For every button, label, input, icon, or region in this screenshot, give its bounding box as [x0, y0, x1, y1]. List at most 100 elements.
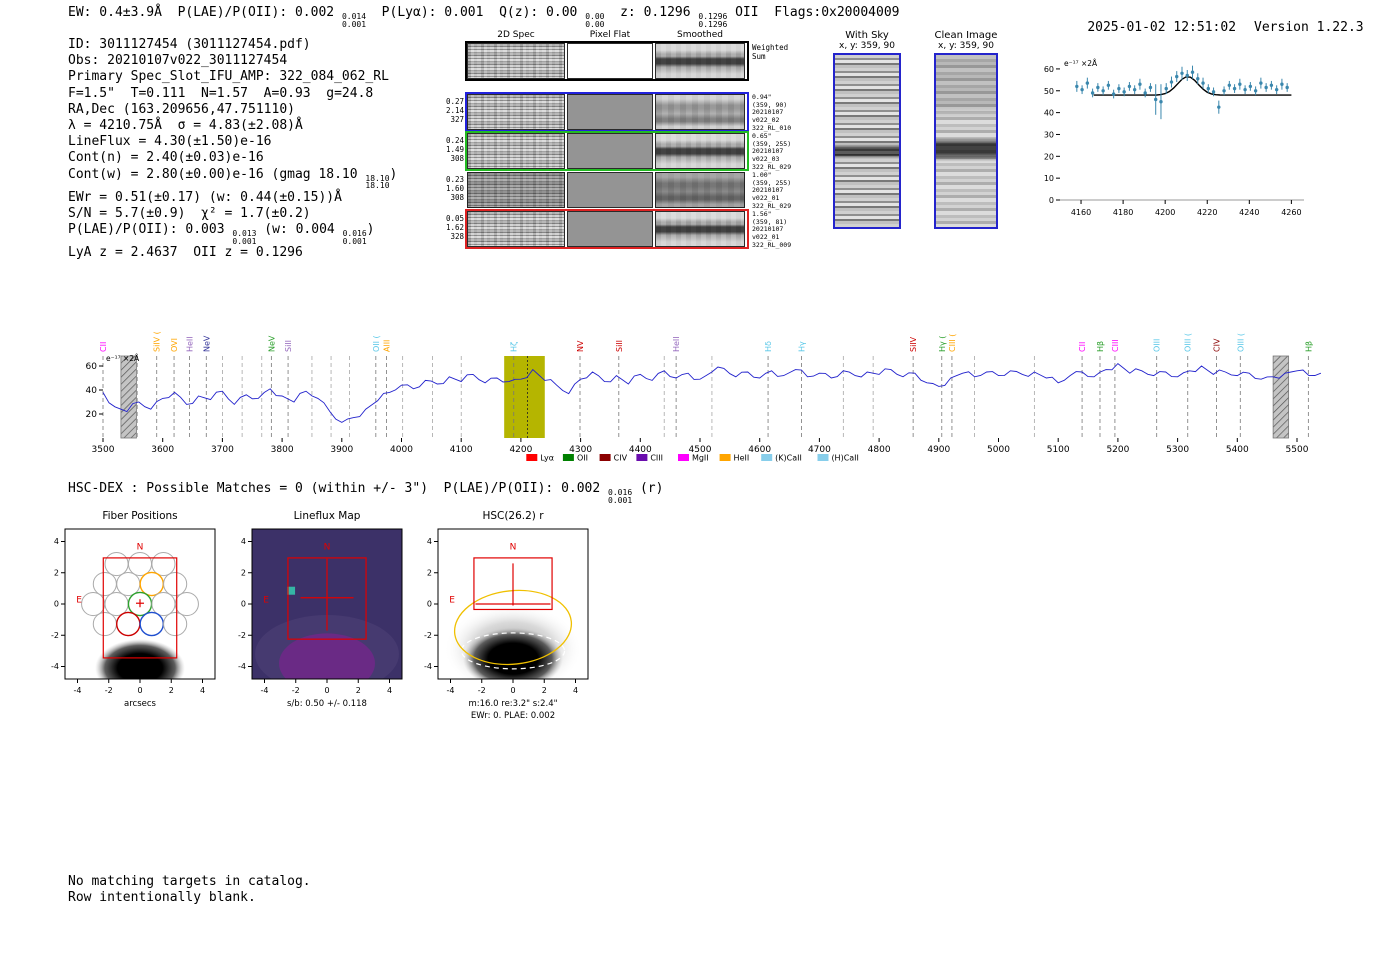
legend-swatch: [636, 454, 648, 461]
pixelflat-strip: [567, 43, 653, 79]
legend-swatch: [526, 454, 538, 461]
fiber-circle: [139, 571, 164, 597]
info-line: λ = 4210.75Å σ = 4.83(±2.08)Å: [68, 118, 303, 134]
clean-image-panel: Clean Image x, y: 359, 90: [931, 30, 1001, 229]
svg-text:0: 0: [241, 600, 246, 609]
info-line: Primary Spec_Slot_IFU_AMP: 322_084_062_R…: [68, 69, 389, 85]
clean-image-title: Clean Image: [934, 30, 998, 41]
spec2d-fiber-annotation: 1.56" (359, 81) 20210107 v022_01 322_RL_…: [752, 210, 792, 249]
report-version: Version 1.22.3: [1254, 20, 1364, 35]
svg-text:-4: -4: [424, 662, 432, 671]
svg-text:(K)CaII: (K)CaII: [775, 454, 802, 463]
svg-text:Hβ: Hβ: [1096, 341, 1105, 352]
fiber-circle: [151, 551, 176, 577]
fiber-circle: [139, 611, 164, 637]
svg-text:SiIV: SiIV: [909, 336, 918, 352]
svg-text:Hδ: Hδ: [764, 341, 773, 352]
svg-text:EWr: 0. PLAE: 0.002: EWr: 0. PLAE: 0.002: [471, 711, 555, 721]
svg-text:5400: 5400: [1226, 445, 1249, 455]
detection-marker: [136, 599, 144, 608]
svg-text:0: 0: [510, 686, 515, 695]
info-line: Cont(n) = 2.40(±0.03)e-16: [68, 150, 264, 166]
svg-text:Lyα: Lyα: [540, 454, 554, 463]
spec2d-strip: [467, 43, 565, 79]
svg-text:4700: 4700: [808, 445, 831, 455]
svg-text:4900: 4900: [927, 445, 950, 455]
svg-text:0: 0: [1049, 196, 1054, 205]
spec2d-strip: [467, 211, 565, 247]
svg-text:(H)CaII: (H)CaII: [831, 454, 858, 463]
svg-text:OIII (: OIII (: [1184, 333, 1193, 352]
svg-text:CII: CII: [1078, 342, 1087, 352]
spec2d-fiber-annotation: 1.00" (359, 255) 20210107 v022_01 322_RL…: [752, 171, 792, 210]
svg-text:E: E: [263, 595, 269, 605]
legend-swatch: [719, 454, 731, 461]
svg-text:2: 2: [169, 686, 174, 695]
svg-text:HeII: HeII: [672, 336, 681, 352]
svg-text:50: 50: [1044, 87, 1054, 96]
svg-text:CIII: CIII: [1111, 339, 1120, 352]
footer-notes: No matching targets in catalog. Row inten…: [68, 874, 311, 906]
pixelflat-strip: [567, 94, 653, 130]
footer-line: Row intentionally blank.: [68, 890, 256, 905]
legend-swatch: [599, 454, 611, 461]
svg-text:CIII (: CIII (: [948, 334, 957, 352]
svg-text:3500: 3500: [92, 445, 115, 455]
elixer-report-page: EW: 0.4±3.9Å P(LAE)/P(OII): 0.002 0.014 0…: [0, 0, 1400, 953]
fiber-circle: [163, 571, 188, 597]
info-line: RA,Dec (163.209656,47.751110): [68, 101, 295, 117]
svg-text:4240: 4240: [1239, 208, 1259, 217]
svg-text:AlII: AlII: [383, 340, 392, 352]
svg-text:E: E: [449, 595, 455, 605]
svg-text:5100: 5100: [1047, 445, 1070, 455]
pixelflat-strip: [567, 133, 653, 169]
spec2d-fiber-annotation: 0.65" (359, 255) 20210107 v022_03 322_RL…: [752, 132, 792, 171]
info-line: Obs: 20210107v022_3011127454: [68, 53, 288, 69]
svg-text:Lineflux Map: Lineflux Map: [294, 510, 361, 522]
fiber-circle: [163, 611, 188, 637]
clean-image-coords: x, y: 359, 90: [938, 41, 994, 51]
svg-text:40: 40: [1044, 109, 1054, 118]
svg-text:Fiber Positions: Fiber Positions: [102, 510, 177, 522]
info-line: ID: 3011127454 (3011127454.pdf): [68, 37, 311, 52]
svg-text:OII (: OII (: [372, 335, 381, 352]
spec2d-strip: [467, 94, 565, 130]
fiber-circle: [92, 611, 117, 637]
svg-text:OIII (: OIII (: [1236, 333, 1245, 352]
svg-text:SiIV (: SiIV (: [153, 331, 162, 352]
hsc-cutout-chart: N E -4 -4 -2 -2 0 0 2 2 4 4 HSC(26.2) r m:16.0 re:3.2…: [424, 510, 589, 721]
svg-text:-2: -2: [238, 631, 246, 640]
svg-text:3700: 3700: [211, 445, 234, 455]
svg-text:4220: 4220: [1197, 208, 1217, 217]
spec2d-strip: [467, 172, 565, 208]
svg-text:e⁻¹⁷ ×2Å: e⁻¹⁷ ×2Å: [106, 354, 140, 363]
svg-text:60: 60: [86, 362, 98, 372]
smoothed-strip: [655, 211, 745, 247]
svg-text:Hβ: Hβ: [1304, 341, 1313, 352]
spec2d-row-weights: 0.23 1.60 308: [445, 175, 464, 202]
svg-text:SiII: SiII: [615, 340, 624, 352]
footer-line: No matching targets in catalog.: [68, 874, 311, 889]
svg-text:NeV: NeV: [267, 335, 276, 352]
svg-text:CIII: CIII: [650, 454, 663, 463]
spec2d-column-header: Smoothed: [677, 30, 723, 40]
svg-text:10: 10: [1044, 174, 1054, 183]
fiber-positions-chart: N E -4 -4 -2 -2 0 0 2 2 4 4 Fiber Positions arcsecs: [51, 510, 216, 709]
spec2d-column-header: Pixel Flat: [589, 30, 631, 40]
svg-text:2: 2: [356, 686, 361, 695]
svg-text:-4: -4: [51, 662, 59, 671]
axes: 3500 3600 3700 3800 3900 4000 4100 4200 4300 4400…: [86, 362, 1309, 455]
spec2d-column-header: 2D Spec: [497, 30, 535, 40]
svg-text:Hγ (: Hγ (: [938, 336, 947, 352]
svg-text:4260: 4260: [1281, 208, 1301, 217]
svg-text:N: N: [137, 542, 144, 552]
fiber-circle: [116, 571, 141, 597]
svg-text:CIV: CIV: [614, 454, 628, 463]
svg-text:2: 2: [542, 686, 547, 695]
svg-text:4400: 4400: [629, 445, 652, 455]
stacked-value: 0.013 0.001: [232, 229, 257, 246]
svg-text:CIV: CIV: [1212, 338, 1221, 352]
svg-text:0: 0: [427, 600, 432, 609]
svg-text:-2: -2: [105, 686, 113, 695]
svg-text:4200: 4200: [509, 445, 532, 455]
